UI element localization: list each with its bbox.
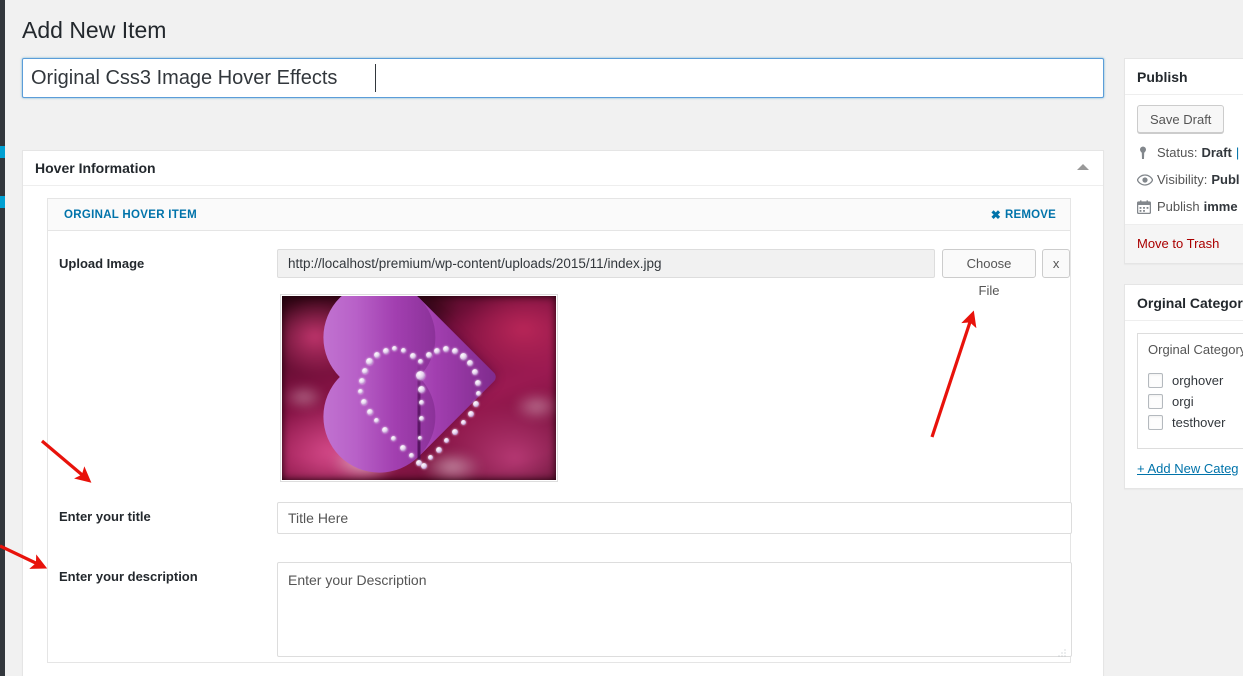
categories-panel: Orginal Category orghover orgi testhover [1137,333,1243,449]
category-label: testhover [1172,415,1226,430]
close-x-icon: ✖ [990,207,1001,222]
page-title: Add New Item [22,17,167,43]
publish-box-header: Publish [1125,59,1243,95]
pin-icon [1137,146,1157,160]
hover-title-input[interactable] [277,502,1072,534]
chevron-up-icon[interactable] [1077,164,1089,170]
preview-vignette [282,296,556,480]
status-line: Status: Draft | [1137,145,1243,160]
category-checkbox[interactable] [1148,415,1163,430]
eye-icon [1137,173,1157,186]
categories-box-header: Orginal Categor [1125,285,1243,321]
text-caret [375,64,376,92]
list-item[interactable]: testhover [1148,415,1243,430]
status-label: Status: [1157,145,1198,160]
hover-item-body: Upload Image Choose File x [48,231,1072,662]
image-preview [280,294,558,482]
schedule-label: Publish [1157,199,1200,214]
visibility-value: Publ [1211,172,1240,187]
categories-box: Orginal Categor Orginal Category orghove… [1124,284,1243,489]
status-edit-link[interactable]: | [1236,145,1239,160]
publish-box-title: Publish [1137,68,1188,85]
metabox-title: Hover Information [35,160,156,176]
visibility-line: Visibility: Publ [1137,172,1243,187]
admin-page: Add New Item Hover Information ORGINAL H… [0,0,1243,676]
calendar-icon [1137,199,1157,214]
hover-item-title: ORGINAL HOVER ITEM [64,208,197,221]
clear-image-button[interactable]: x [1042,249,1070,278]
list-item[interactable]: orghover [1148,373,1243,388]
categories-box-title: Orginal Categor [1137,294,1243,311]
hover-description-label: Enter your description [59,569,198,584]
category-checkbox[interactable] [1148,394,1163,409]
upload-image-url-input[interactable] [277,249,935,278]
publish-box-body: Save Draft Status: Draft | Visibility: P… [1125,95,1243,224]
publish-box: Publish Save Draft Status: Draft | Visib… [1124,58,1243,264]
remove-hover-item-button[interactable]: ✖ REMOVE [991,209,1056,221]
hover-description-row: Enter your description [48,562,1072,662]
categories-list: orghover orgi testhover [1138,363,1243,448]
hover-title-label: Enter your title [59,509,151,524]
list-item[interactable]: orgi [1148,394,1243,409]
metabox-body: ORGINAL HOVER ITEM ✖ REMOVE Upload Image [23,186,1103,663]
category-label: orgi [1172,394,1194,409]
upload-image-row: Upload Image Choose File x [48,249,1070,482]
hover-item-card: ORGINAL HOVER ITEM ✖ REMOVE Upload Image [47,198,1072,663]
schedule-line: Publish imme [1137,199,1243,214]
choose-file-button[interactable]: Choose File [941,249,1037,298]
schedule-value: imme [1203,199,1238,214]
status-value: Draft [1201,145,1232,160]
sidebar: Publish Save Draft Status: Draft | Visib… [1124,58,1243,509]
post-title-input[interactable] [22,58,1104,98]
category-checkbox[interactable] [1148,373,1163,388]
categories-tab-label[interactable]: Orginal Category [1138,334,1243,363]
hover-item-header: ORGINAL HOVER ITEM ✖ REMOVE [48,199,1070,231]
publish-box-footer: Move to Trash [1125,224,1243,263]
save-draft-button[interactable]: Save Draft [1137,105,1225,133]
metabox-header: Hover Information [23,151,1103,186]
upload-image-label: Upload Image [59,256,145,271]
move-to-trash-link[interactable]: Move to Trash [1137,236,1219,251]
add-new-category-link[interactable]: + Add New Categ [1137,461,1239,476]
remove-label: REMOVE [1004,208,1056,221]
category-label: orghover [1172,373,1224,388]
hover-description-textarea[interactable] [277,562,1072,657]
categories-box-body: Orginal Category orghover orgi testhover… [1125,321,1243,488]
hover-information-metabox: Hover Information ORGINAL HOVER ITEM ✖ R… [22,150,1104,676]
image-preview-thumbnail [282,296,556,480]
admin-menu-edge [5,0,8,676]
hover-title-row: Enter your title [48,502,1072,534]
visibility-label: Visibility: [1157,172,1208,187]
